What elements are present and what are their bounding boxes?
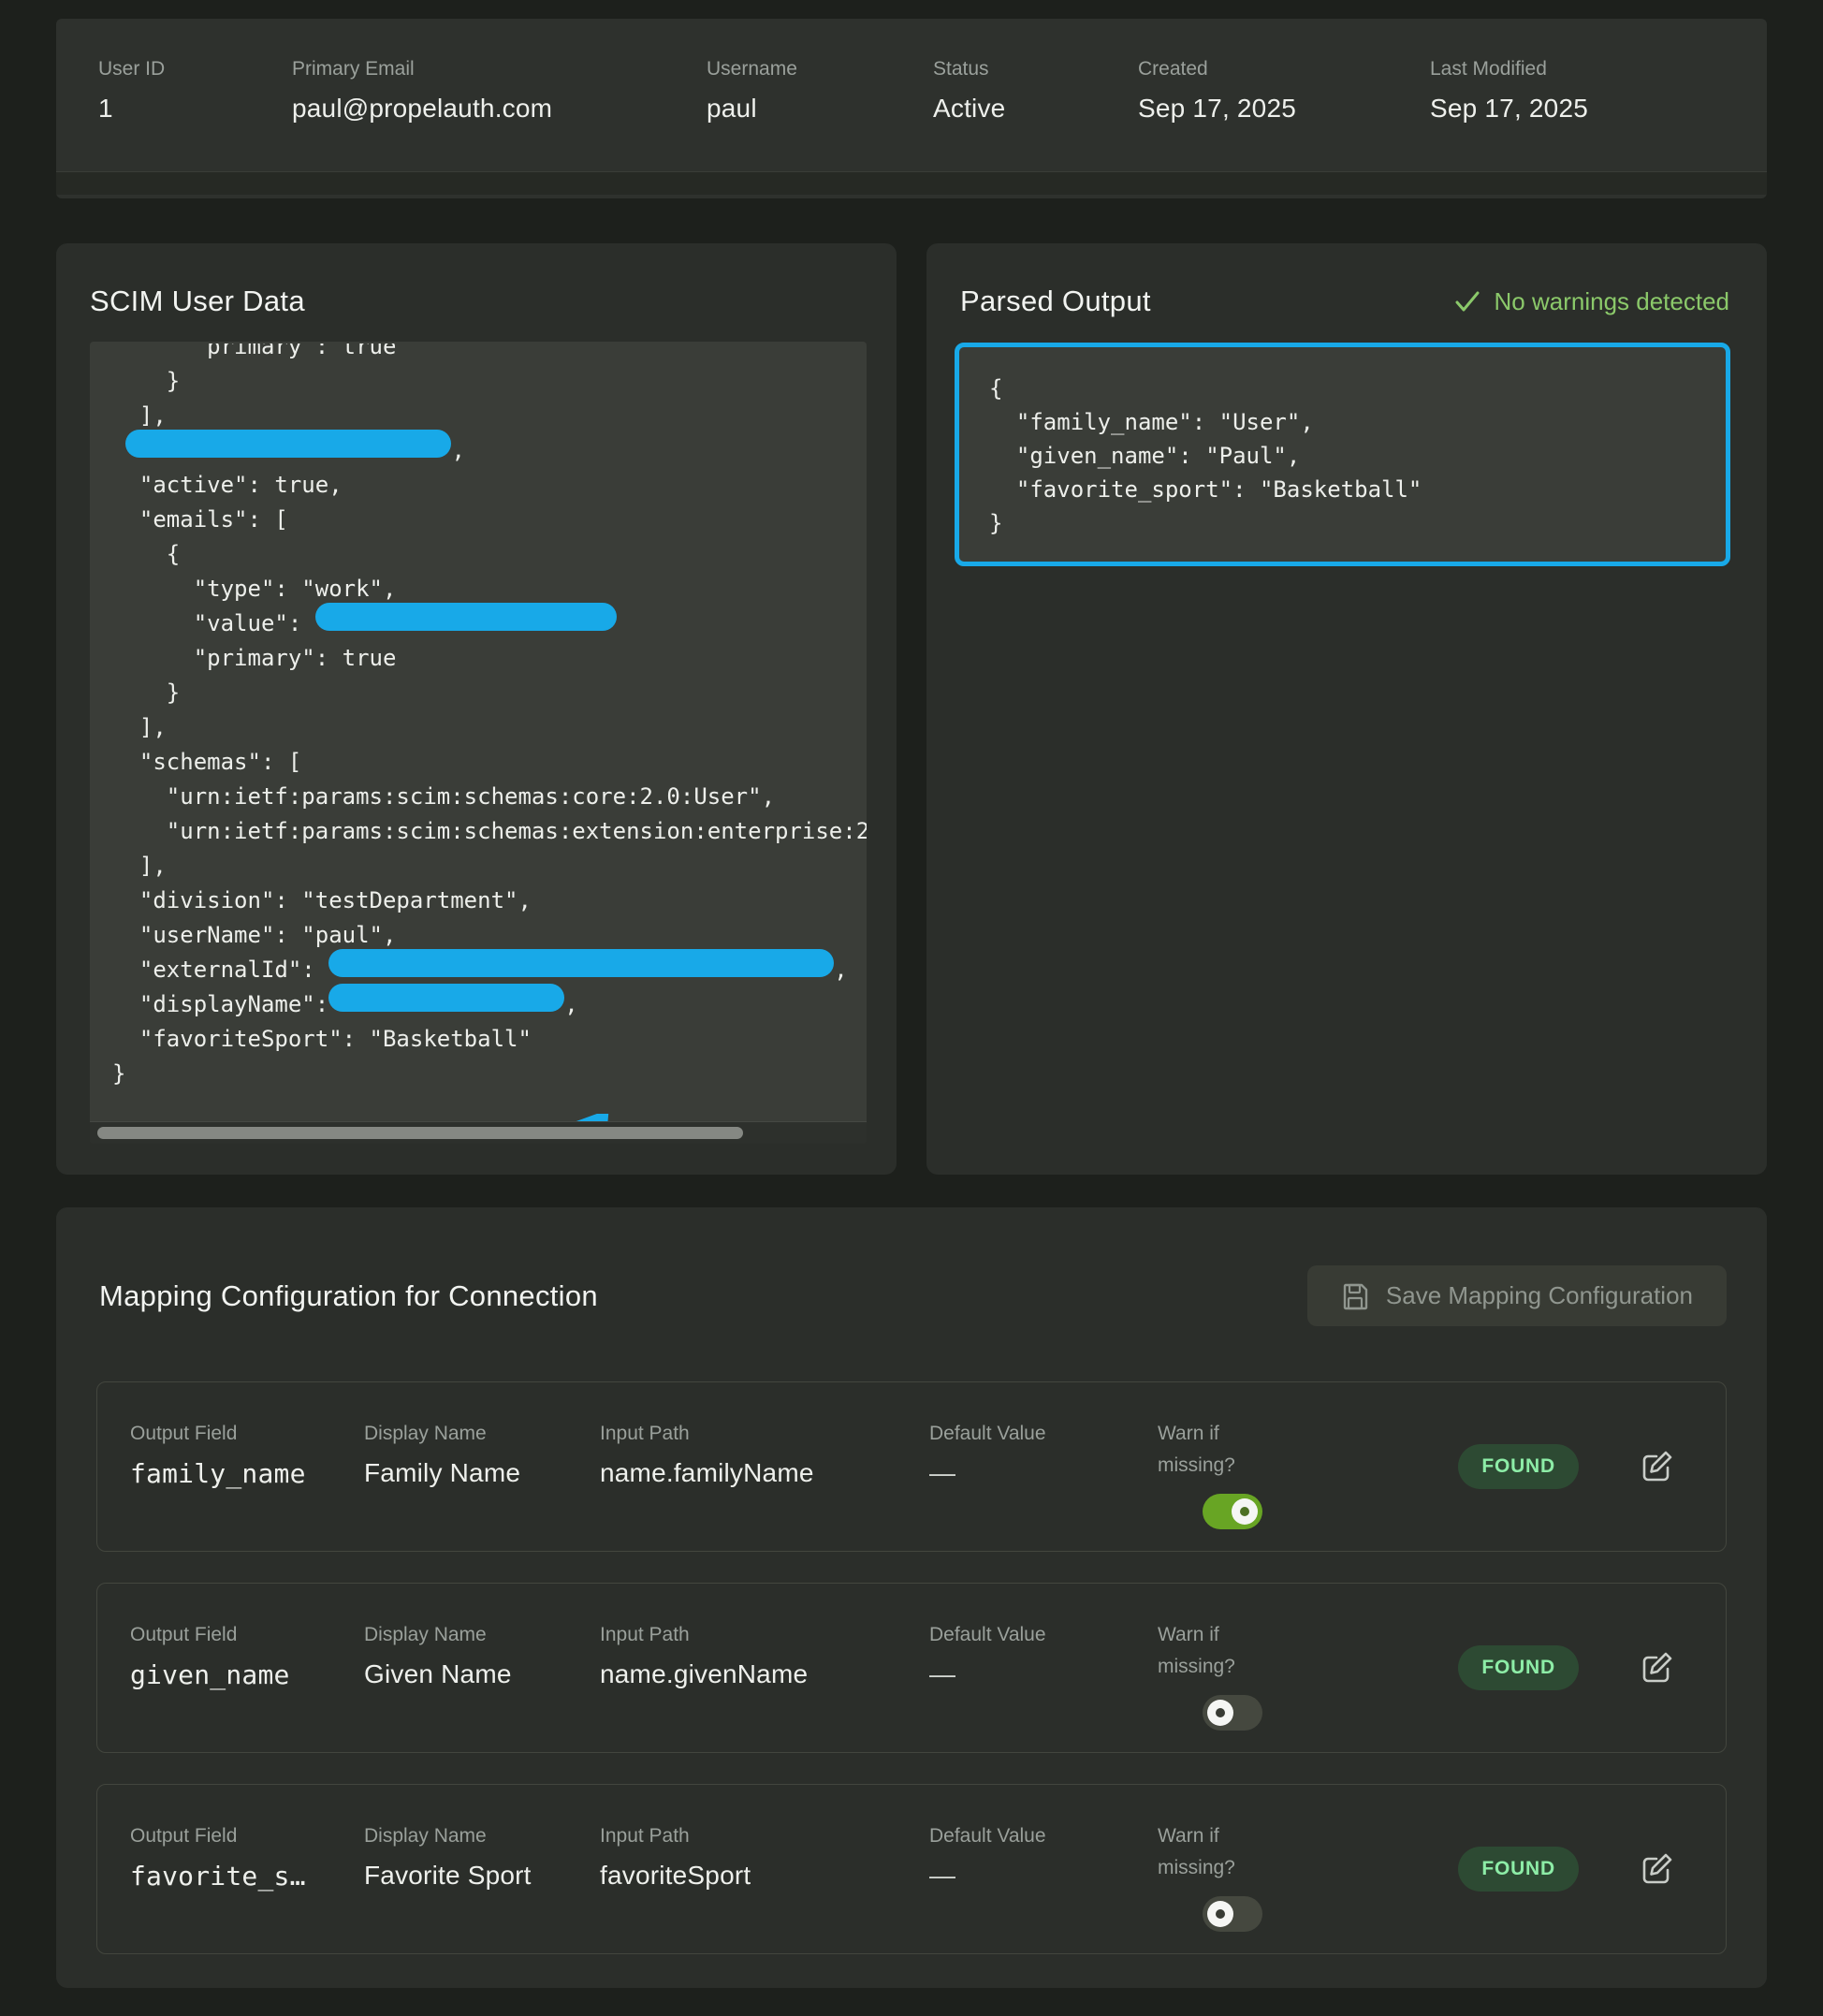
last-modified-value: Sep 17, 2025 xyxy=(1430,94,1767,124)
scim-code-block: "primary": true } ], , "active": true, "… xyxy=(90,342,867,1144)
default-value: — xyxy=(929,1659,1158,1689)
default-value-label: Default Value xyxy=(929,1820,1158,1852)
input-path-label: Input Path xyxy=(600,1418,929,1450)
redaction-bar xyxy=(315,603,617,631)
warn-if-missing-label: Warn if missing? xyxy=(1158,1418,1261,1482)
output-field-value: family_name xyxy=(130,1458,364,1489)
default-value-label: Default Value xyxy=(929,1418,1158,1450)
mapping-configuration-card: Mapping Configuration for Connection Sav… xyxy=(56,1207,1767,1988)
user-info-fields: User ID 1 Primary Email paul@propelauth.… xyxy=(56,19,1767,124)
output-field-label: Output Field xyxy=(130,1418,364,1450)
warn-toggle[interactable] xyxy=(1203,1695,1262,1731)
parsed-output-panel: Parsed Output No warnings detected { "fa… xyxy=(926,243,1767,1175)
display-name-value: Family Name xyxy=(364,1458,600,1488)
no-warnings-text: No warnings detected xyxy=(1495,287,1729,316)
primary-email-label: Primary Email xyxy=(292,58,707,80)
primary-email-value: paul@propelauth.com xyxy=(292,94,707,124)
redaction-bar xyxy=(328,984,564,1012)
input-path-value: favoriteSport xyxy=(600,1861,929,1891)
toggle-knob xyxy=(1207,1700,1233,1726)
user-id-field: User ID 1 xyxy=(98,58,292,124)
display-name-value: Given Name xyxy=(364,1659,600,1689)
toggle-knob xyxy=(1232,1498,1258,1525)
primary-email-field: Primary Email paul@propelauth.com xyxy=(292,58,707,124)
header-footer-strip xyxy=(56,171,1767,195)
no-warnings-status: No warnings detected xyxy=(1453,287,1729,316)
display-name-label: Display Name xyxy=(364,1619,600,1651)
edit-pencil-icon xyxy=(1639,1449,1674,1484)
output-field-label: Output Field xyxy=(130,1619,364,1651)
scim-panel-title: SCIM User Data xyxy=(90,285,305,318)
check-icon xyxy=(1453,287,1481,315)
display-name-value: Favorite Sport xyxy=(364,1861,600,1891)
redaction-bar xyxy=(328,949,834,977)
user-id-value: 1 xyxy=(98,94,292,124)
user-id-label: User ID xyxy=(98,58,292,80)
save-mapping-label: Save Mapping Configuration xyxy=(1386,1281,1693,1310)
username-field: Username paul xyxy=(707,58,933,124)
warn-if-missing-label: Warn if missing? xyxy=(1158,1619,1261,1683)
created-label: Created xyxy=(1138,58,1430,80)
redaction-bar xyxy=(125,430,451,458)
default-value: — xyxy=(929,1458,1158,1488)
mapping-row-favorite-sport: Output Field favorite_s… Display Name Fa… xyxy=(96,1784,1727,1954)
output-field-value: favorite_s… xyxy=(130,1861,364,1892)
parsed-panel-title: Parsed Output xyxy=(960,285,1151,318)
found-badge: FOUND xyxy=(1458,1444,1579,1489)
toggle-knob xyxy=(1207,1901,1233,1927)
default-value: — xyxy=(929,1861,1158,1891)
floppy-disk-icon xyxy=(1341,1282,1369,1310)
mapping-title: Mapping Configuration for Connection xyxy=(96,1279,598,1313)
mapping-row-given-name: Output Field given_name Display Name Giv… xyxy=(96,1583,1727,1753)
parsed-output-code: { "family_name": "User", "given_name": "… xyxy=(959,347,1726,540)
mapping-row-family-name: Output Field family_name Display Name Fa… xyxy=(96,1381,1727,1552)
display-name-label: Display Name xyxy=(364,1820,600,1852)
edit-mapping-button[interactable] xyxy=(1639,1851,1674,1887)
input-path-label: Input Path xyxy=(600,1619,929,1651)
edit-pencil-icon xyxy=(1639,1650,1674,1686)
input-path-label: Input Path xyxy=(600,1820,929,1852)
created-field: Created Sep 17, 2025 xyxy=(1138,58,1430,124)
mapping-rows: Output Field family_name Display Name Fa… xyxy=(96,1381,1727,1954)
status-value: Active xyxy=(933,94,1138,124)
save-mapping-button[interactable]: Save Mapping Configuration xyxy=(1307,1265,1727,1326)
edit-mapping-button[interactable] xyxy=(1639,1650,1674,1686)
created-value: Sep 17, 2025 xyxy=(1138,94,1430,124)
display-name-label: Display Name xyxy=(364,1418,600,1450)
edit-mapping-button[interactable] xyxy=(1639,1449,1674,1484)
user-info-card: User ID 1 Primary Email paul@propelauth.… xyxy=(56,19,1767,198)
username-value: paul xyxy=(707,94,933,124)
found-badge: FOUND xyxy=(1458,1847,1579,1892)
parsed-output-box: { "family_name": "User", "given_name": "… xyxy=(955,343,1730,566)
found-badge: FOUND xyxy=(1458,1645,1579,1690)
status-label: Status xyxy=(933,58,1138,80)
warn-toggle[interactable] xyxy=(1203,1494,1262,1529)
output-field-label: Output Field xyxy=(130,1820,364,1852)
input-path-value: name.familyName xyxy=(600,1458,929,1488)
last-modified-label: Last Modified xyxy=(1430,58,1767,80)
warn-toggle[interactable] xyxy=(1203,1896,1262,1932)
input-path-value: name.givenName xyxy=(600,1659,929,1689)
scim-code-lines: "primary": true } ], , "active": true, "… xyxy=(90,342,867,1121)
username-label: Username xyxy=(707,58,933,80)
warn-if-missing-label: Warn if missing? xyxy=(1158,1820,1261,1884)
output-field-value: given_name xyxy=(130,1659,364,1690)
edit-pencil-icon xyxy=(1639,1851,1674,1887)
scrollbar-thumb[interactable] xyxy=(97,1127,743,1139)
status-field: Status Active xyxy=(933,58,1138,124)
scim-user-data-panel: SCIM User Data "primary": true } ], , "a… xyxy=(56,243,897,1175)
last-modified-field: Last Modified Sep 17, 2025 xyxy=(1430,58,1767,124)
horizontal-scrollbar[interactable] xyxy=(90,1121,867,1144)
default-value-label: Default Value xyxy=(929,1619,1158,1651)
